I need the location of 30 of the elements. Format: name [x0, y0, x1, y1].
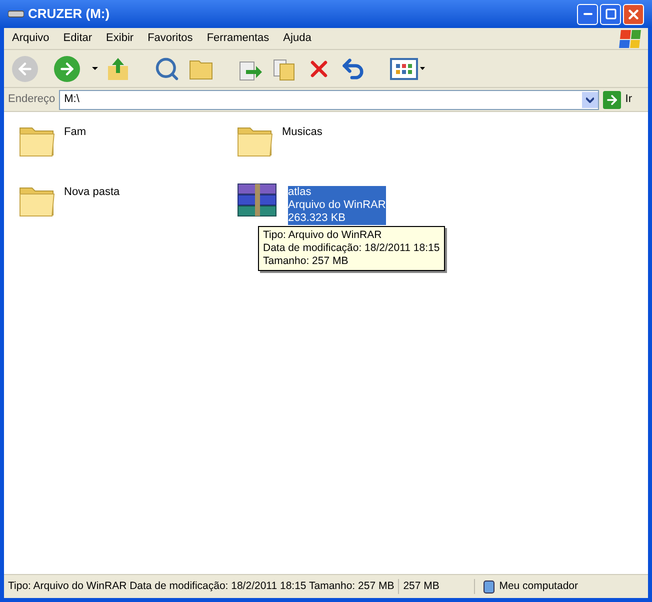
menu-item[interactable]: Ferramentas — [200, 30, 276, 47]
maximize-button[interactable] — [600, 4, 621, 24]
tooltip: Tipo: Arquivo do WinRAR Data de modificação: 18/2/2011 18:15 Tamanho: 257 MB — [258, 226, 445, 271]
go-label[interactable]: Ir — [625, 91, 644, 108]
maximize-icon[interactable] — [604, 8, 616, 20]
file-label[interactable]: atlas Arquivo do WinRAR 263.323 KB — [288, 186, 386, 225]
drive-icon — [8, 9, 24, 19]
status-details: Tipo: Arquivo do WinRAR Data de modificação: 18/2/2011 18:15 Tamanho: 257 MB — [4, 578, 400, 594]
dropdown-caret-icon[interactable] — [92, 67, 98, 70]
menu-item[interactable]: Arquivo — [6, 30, 56, 47]
status-zone: Meu computador — [499, 578, 578, 594]
file-label[interactable]: Nova pasta — [64, 186, 120, 199]
address-label: Endereço — [8, 92, 56, 108]
windows-flag-icon — [619, 30, 641, 48]
file-label[interactable]: Musicas — [282, 126, 322, 139]
views-icon[interactable] — [390, 56, 426, 80]
file-label[interactable]: Fam — [64, 126, 86, 139]
search-icon[interactable] — [154, 56, 180, 82]
menu-item[interactable]: Editar — [57, 30, 98, 47]
computer-icon — [483, 580, 496, 594]
menu-item[interactable]: Favoritos — [142, 30, 199, 47]
address-field[interactable]: M:\ — [59, 90, 600, 110]
dropdown-chevron-icon[interactable] — [586, 96, 594, 102]
status-size: 257 MB — [399, 578, 476, 594]
menu-item[interactable]: Exibir — [100, 30, 140, 47]
minimize-button[interactable] — [577, 4, 598, 24]
menu-item[interactable]: Ajuda — [277, 30, 318, 47]
undo-icon[interactable] — [340, 56, 366, 82]
folder-up-arrow-icon[interactable] — [106, 56, 130, 82]
window-title: CRUZER (M:) — [28, 5, 110, 24]
